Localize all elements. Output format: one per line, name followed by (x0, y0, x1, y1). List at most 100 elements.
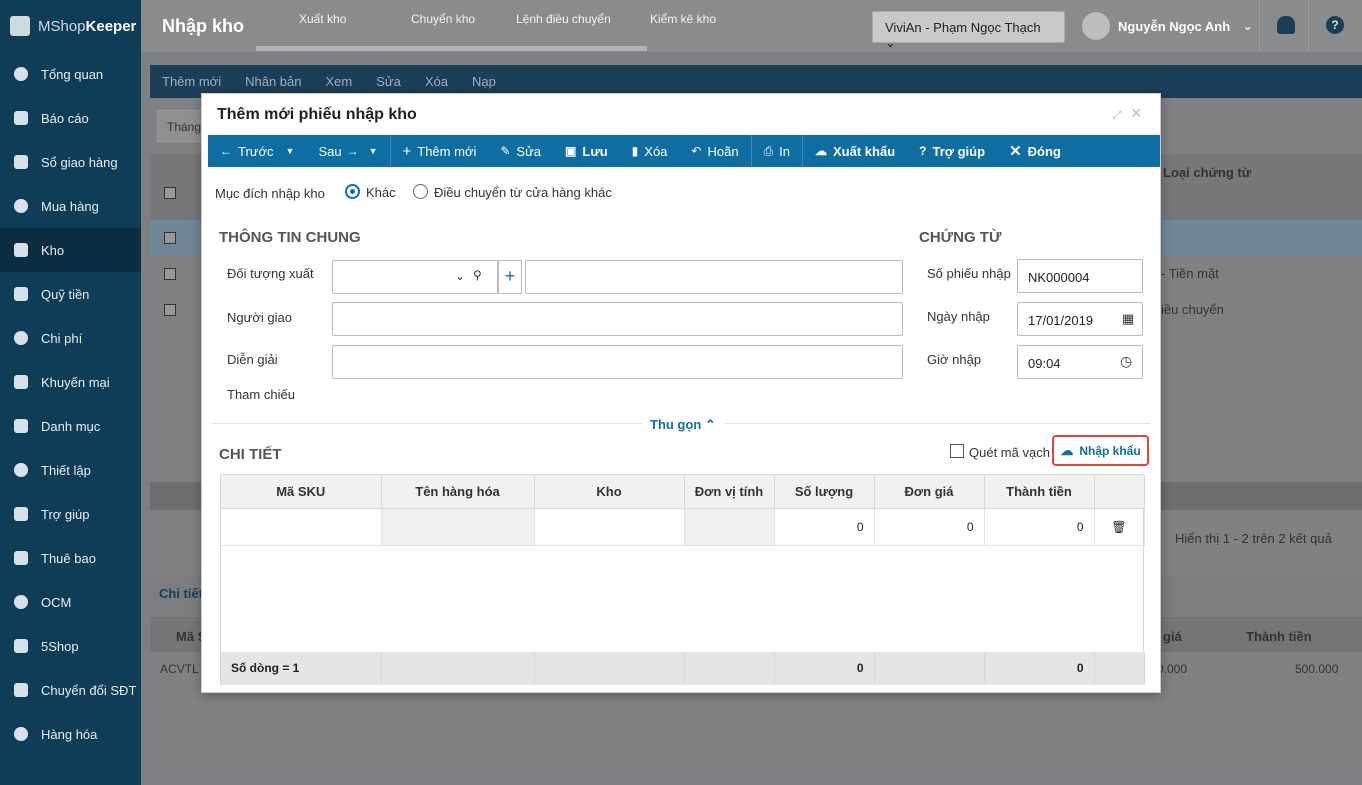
grid-header-row: Mã SKU Tên hàng hóa Kho Đơn vị tính Số l… (221, 475, 1145, 509)
footer-cell (684, 652, 775, 685)
sidebar-item[interactable]: Tổng quan (0, 52, 141, 96)
sidebar-item-label: Khuyến mại (41, 374, 110, 390)
deliverer-label: Người giao (227, 310, 292, 325)
chevron-down-icon: ⌄ (1242, 18, 1254, 33)
sidebar-item[interactable]: Khuyến mại (0, 360, 141, 404)
close-button[interactable]: ✕ Đóng (997, 135, 1073, 167)
print-button[interactable]: ⎙ In (752, 135, 802, 167)
sidebar-item[interactable]: OCM (0, 580, 141, 624)
purpose-radio-other[interactable] (345, 184, 360, 199)
grid-empty-area (221, 545, 1144, 652)
import-button[interactable]: ☁ Nhập khẩu (1052, 435, 1149, 466)
avatar (1082, 12, 1110, 40)
help-icon[interactable]: ? (1326, 16, 1344, 34)
page-title: Nhập kho (162, 16, 245, 36)
cash-fund-icon (12, 285, 30, 303)
col-unit[interactable]: Đơn vị tính (684, 475, 775, 509)
add-object-button[interactable]: + (498, 260, 522, 294)
delivery-book-icon (12, 153, 30, 171)
bg-row2-type: iều chuyển (1161, 302, 1224, 317)
cell-amount: 0 (984, 508, 1095, 546)
sidebar-item-label: Báo cáo (41, 110, 89, 126)
chevron-down-icon: ⌄ (885, 35, 896, 50)
help-button[interactable]: ? Trợ giúp (907, 135, 997, 167)
sidebar-item-label: Kho (41, 242, 65, 258)
sidebar-item[interactable]: 5Shop (0, 624, 141, 668)
edit-button[interactable]: ✎ Sửa (488, 135, 553, 167)
sidebar-item[interactable]: Trợ giúp (0, 492, 141, 536)
search-list-icon[interactable]: ⚲ (473, 268, 482, 282)
delete-button[interactable]: ▮ Xóa (620, 135, 680, 167)
gear-icon (12, 461, 30, 479)
store-select[interactable]: ViviAn - Phạm Ngọc Thạch ⌄ (872, 11, 1065, 50)
col-amount[interactable]: Thành tiền (984, 475, 1095, 509)
cell-unit-price[interactable]: 0 (874, 508, 985, 546)
tab-chuyen-kho[interactable]: Chuyển kho (411, 12, 475, 26)
bg-row1-type: - Tiền mặt (1161, 266, 1219, 281)
app-logo[interactable]: MShop Keeper (0, 0, 141, 52)
sidebar-item[interactable]: Hàng hóa (0, 712, 141, 756)
sidebar-item-label: Danh mục (41, 418, 101, 434)
footer-qty-total: 0 (774, 652, 875, 685)
prev-button[interactable]: ← Trước ▼ (208, 135, 306, 167)
sidebar-item[interactable]: Mua hàng (0, 184, 141, 228)
collapse-button[interactable]: Thu gọn ⌃ (642, 417, 724, 433)
user-icon (12, 549, 30, 567)
col-item-name[interactable]: Tên hàng hóa (381, 475, 535, 509)
scan-barcode-checkbox[interactable] (950, 444, 964, 458)
export-button[interactable]: ☁ Xuất khẩu (803, 135, 907, 167)
col-warehouse[interactable]: Kho (534, 475, 685, 509)
sidebar-item[interactable]: Kho (0, 228, 141, 272)
table-row: 0 0 0 🗑 (221, 508, 1145, 546)
deliverer-input[interactable] (332, 302, 903, 336)
goods-icon (12, 725, 30, 743)
sidebar-item[interactable]: Thuê bao (0, 536, 141, 580)
tab-xuat-kho[interactable]: Xuất kho (299, 12, 346, 26)
undo-button[interactable]: ↶ Hoãn (679, 135, 750, 167)
sidebar-item[interactable]: Chuyển đổi SĐT (0, 668, 141, 712)
calendar-icon[interactable]: ▦ (1122, 311, 1134, 327)
cell-warehouse[interactable] (534, 508, 685, 546)
export-object-name-input[interactable] (525, 260, 903, 294)
add-button[interactable]: + Thêm mới (391, 135, 489, 167)
bell-icon[interactable] (1277, 16, 1295, 34)
pencil-icon: ✎ (500, 144, 511, 158)
trash-icon: ▮ (631, 144, 639, 158)
close-icon: ✕ (1009, 143, 1022, 160)
sidebar-item[interactable]: Quỹ tiền (0, 272, 141, 316)
dialog-title: Thêm mới phiếu nhập kho (217, 106, 417, 123)
save-button[interactable]: ▣ Lưu (553, 135, 620, 167)
col-sku[interactable]: Mã SKU (221, 475, 382, 509)
purpose-radio-transfer[interactable] (413, 184, 428, 199)
cell-sku[interactable] (221, 508, 382, 546)
cell-quantity[interactable]: 0 (774, 508, 875, 546)
bg-detail-col-total: Thành tiền (1246, 629, 1312, 644)
sidebar-item[interactable]: Danh mục (0, 404, 141, 448)
bg-checkbox (164, 304, 176, 316)
arrow-left-icon: ← (220, 144, 232, 158)
next-button[interactable]: Sau → ▼ (306, 135, 389, 167)
tab-kiem-ke-kho[interactable]: Kiểm kê kho (650, 12, 716, 26)
user-menu[interactable]: Nguyễn Ngọc Anh ⌄ (1082, 12, 1253, 40)
col-unit-price[interactable]: Đơn giá (874, 475, 985, 509)
footer-cell (534, 652, 685, 685)
bg-edit-button: Sửa (376, 74, 401, 89)
sidebar-item[interactable]: Chi phí (0, 316, 141, 360)
tab-lenh-dieu-chuyen[interactable]: Lệnh điều chuyển (516, 12, 611, 26)
expand-icon[interactable]: ⤢ (1112, 108, 1124, 122)
import-time-value: 09:04 (1028, 356, 1061, 371)
col-quantity[interactable]: Số lượng (774, 475, 875, 509)
sidebar-item[interactable]: Thiết lập (0, 448, 141, 492)
delete-row-icon[interactable]: 🗑 (1094, 508, 1145, 546)
pie-chart-icon (12, 109, 30, 127)
description-input[interactable] (332, 345, 903, 379)
detail-section-title: CHI TIẾT (219, 446, 282, 463)
voucher-no-input[interactable]: NK000004 (1017, 259, 1143, 293)
sidebar-item[interactable]: Sổ giao hàng (0, 140, 141, 184)
close-icon[interactable]: × (1131, 103, 1142, 124)
sidebar-item[interactable]: Báo cáo (0, 96, 141, 140)
5shop-icon (12, 637, 30, 655)
import-label: Nhập khẩu (1079, 443, 1141, 458)
clock-icon[interactable]: ◷ (1120, 353, 1132, 370)
dashboard-icon (12, 65, 30, 83)
